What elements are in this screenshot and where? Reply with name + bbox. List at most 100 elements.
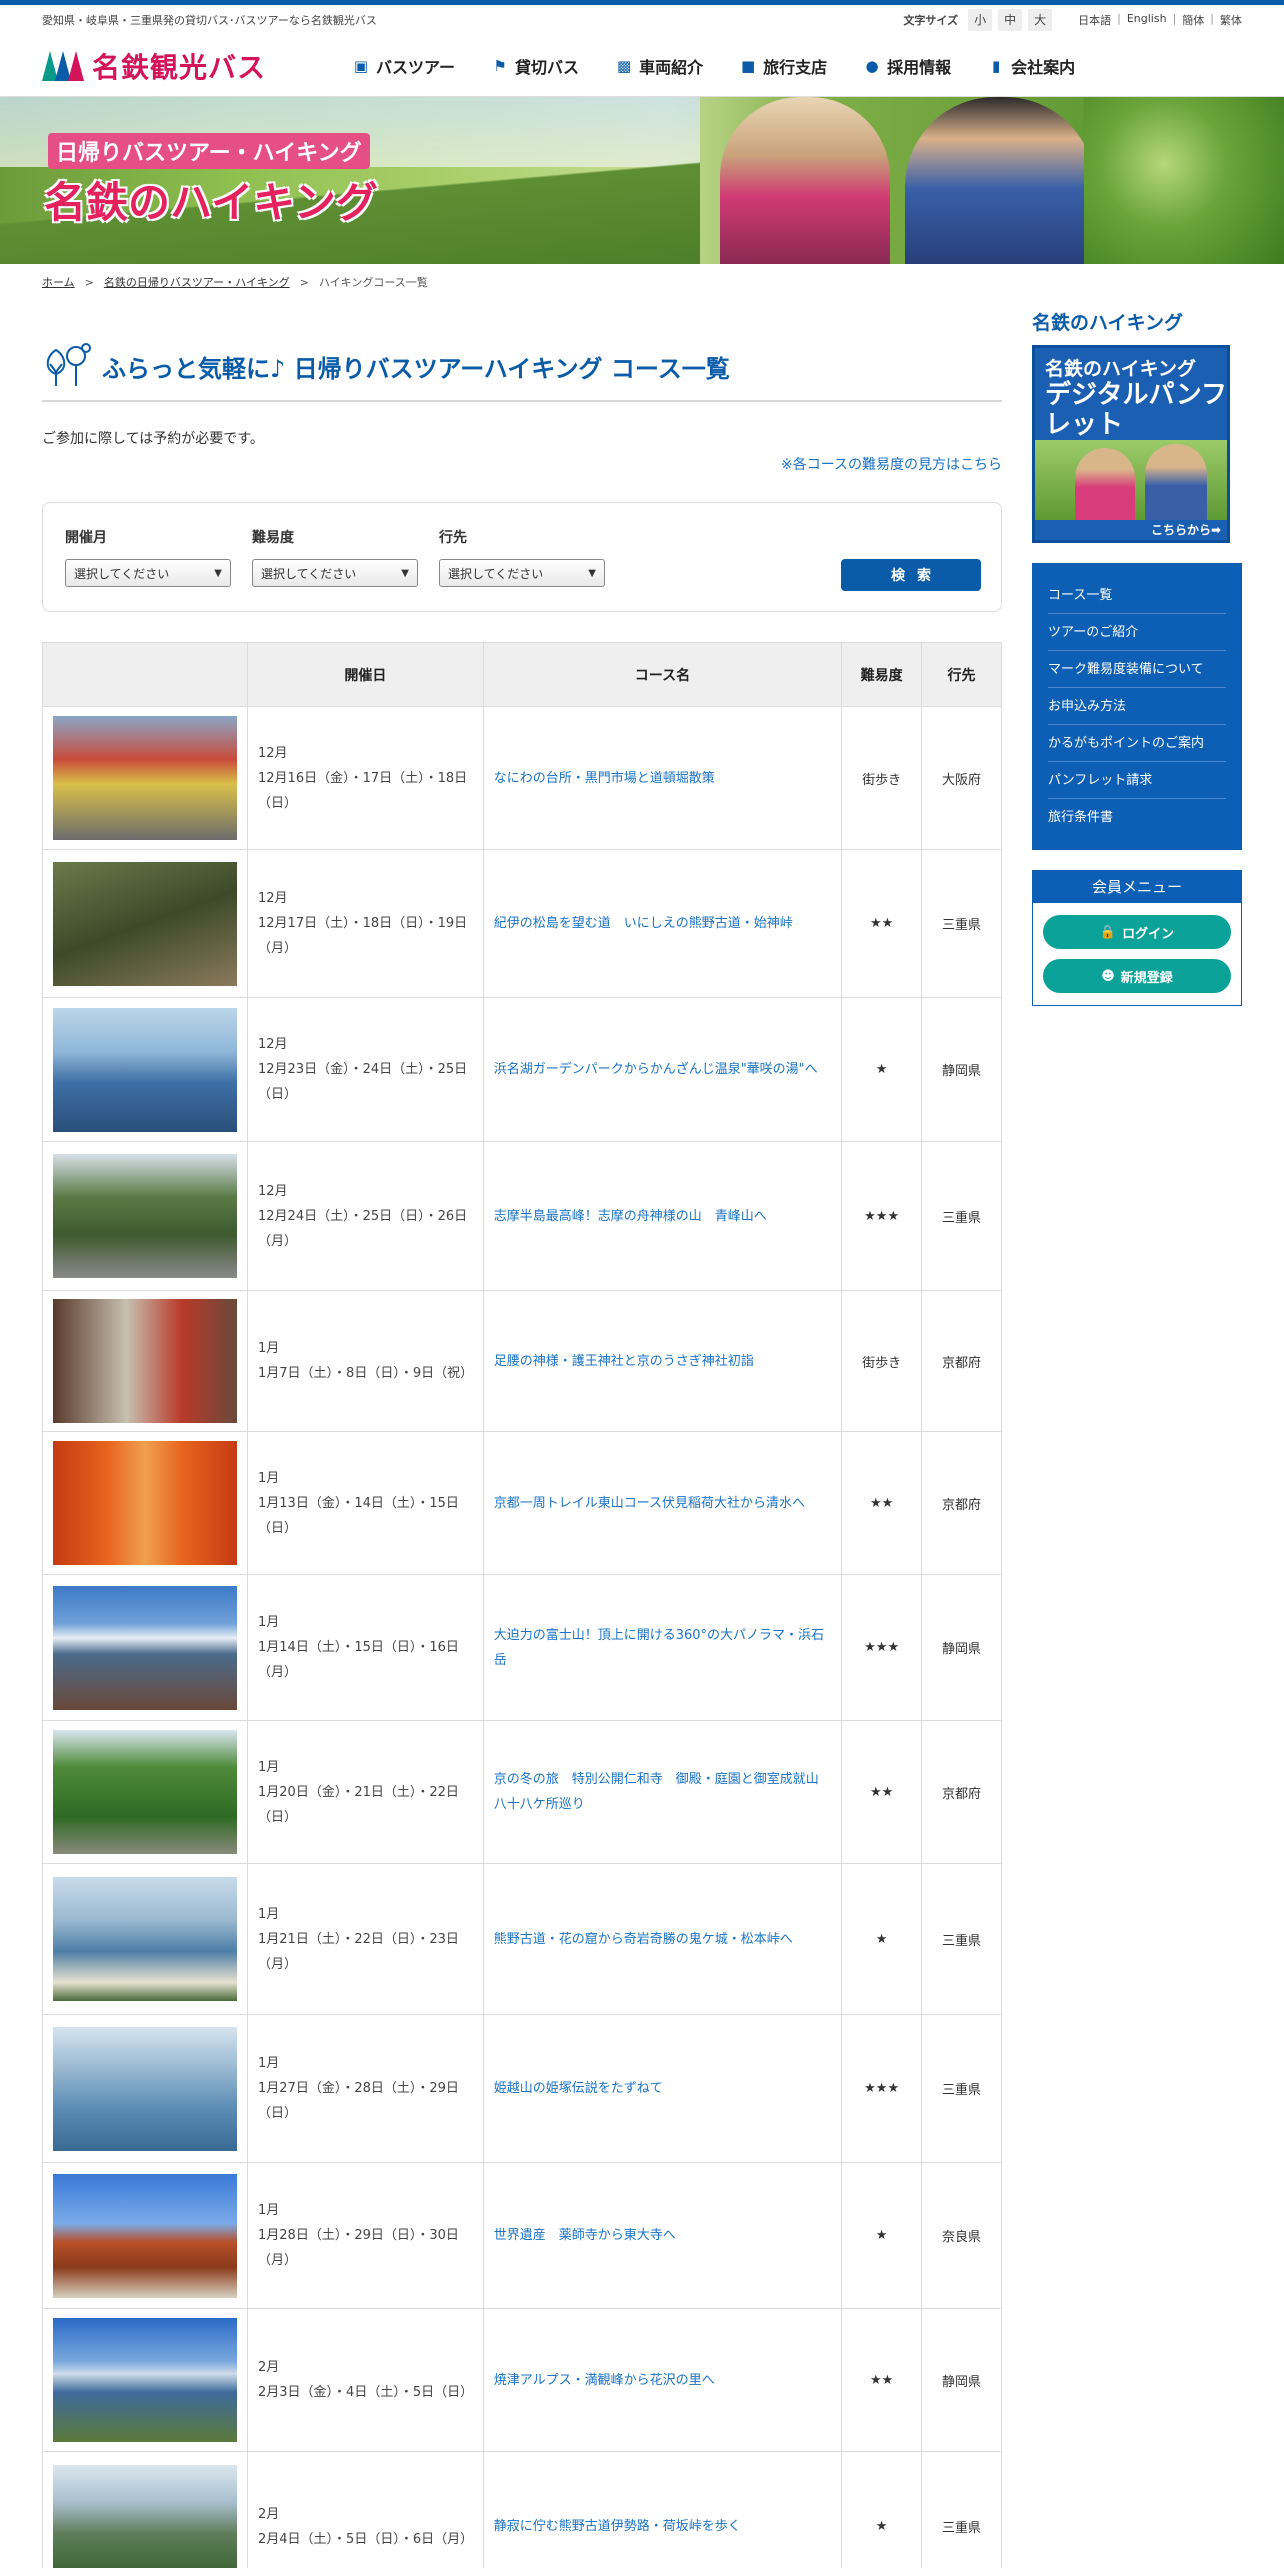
breadcrumb-separator: >	[299, 275, 309, 289]
course-date-cell: 1月 1月28日（土）・29日（日）・30日（月）	[247, 2162, 484, 2309]
difficulty-field: 難易度 選択してください ▼	[252, 527, 418, 587]
hiker-man-image	[905, 97, 1095, 264]
course-thumbnail[interactable]	[53, 1441, 237, 1565]
course-name-cell: 静寂に佇む熊野古道伊勢路・荷坂峠を歩く	[482, 2451, 843, 2568]
nav-bus-tour[interactable]: ▣ バスツアー	[352, 54, 455, 78]
user-icon: ☻	[1101, 968, 1115, 984]
header-image	[42, 642, 248, 707]
nav-branches[interactable]: ■ 旅行支店	[739, 54, 827, 78]
course-dates: 12月23日（金）・24日（土）・25日（日）	[258, 1062, 468, 1102]
nav-vehicles[interactable]: ▩ 車両紹介	[615, 54, 703, 78]
destination-select[interactable]: 選択してください ▼	[439, 559, 605, 587]
course-destination: 三重県	[921, 849, 1002, 998]
nav-label: 会社案内	[1011, 57, 1076, 77]
side-menu-pamphlet-request[interactable]: パンフレット請求	[1048, 762, 1226, 799]
course-link[interactable]: 浜名湖ガーデンパークからかんざんじ温泉"華咲の湯"へ	[494, 1062, 818, 1077]
course-dates: 2月3日（金）・4日（土）・5日（日）	[258, 2385, 474, 2400]
course-date-cell: 1月 1月20日（金）・21日（土）・22日（日）	[247, 1720, 484, 1864]
course-thumbnail[interactable]	[53, 1730, 237, 1854]
table-row: 2月 2月4日（土）・5日（日）・6日（月） 静寂に佇む熊野古道伊勢路・荷坂峠を歩く…	[42, 2451, 1002, 2568]
side-menu-difficulty-equipment[interactable]: マーク難易度装備について	[1048, 651, 1226, 688]
course-link[interactable]: 熊野古道・花の窟から奇岩奇勝の鬼ケ城・松本峠へ	[494, 1932, 793, 1947]
font-size-small-button[interactable]: 小	[968, 9, 993, 31]
nav-label: 車両紹介	[639, 57, 704, 77]
digital-pamphlet-banner[interactable]: 名鉄のハイキング デジタルパンフレット こちらから➡	[1032, 345, 1230, 543]
course-destination: 静岡県	[921, 1574, 1002, 1721]
course-destination: 大阪府	[921, 706, 1002, 850]
site-logo[interactable]: 名鉄観光バス	[42, 46, 332, 86]
course-link[interactable]: 京の冬の旅 特別公開仁和寺 御殿・庭園と御室成就山八十八ケ所巡り	[494, 1772, 819, 1812]
course-link[interactable]: 大迫力の富士山！頂上に開ける360°の大パノラマ・浜石岳	[494, 1628, 824, 1668]
side-menu-tour-intro[interactable]: ツアーのご紹介	[1048, 614, 1226, 651]
side-menu-how-to-apply[interactable]: お申込み方法	[1048, 688, 1226, 725]
course-thumbnail[interactable]	[53, 2026, 237, 2151]
register-button[interactable]: ☻ 新規登録	[1043, 959, 1231, 993]
course-destination: 京都府	[921, 1720, 1002, 1864]
site-tagline: 愛知県・岐阜県・三重県発の貸切バス･バスツアーなら名鉄観光バス	[42, 14, 377, 27]
course-link[interactable]: 世界遺産 薬師寺から東大寺へ	[494, 2228, 676, 2243]
course-date-cell: 12月 12月24日（土）・25日（日）・26日（月）	[247, 1141, 484, 1291]
course-thumbnail[interactable]	[53, 861, 237, 986]
course-link[interactable]: 京都一周トレイル東山コース伏見稲荷大社から清水へ	[494, 1496, 805, 1511]
nav-company[interactable]: ▮ 会社案内	[987, 54, 1075, 78]
side-menu-travel-conditions[interactable]: 旅行条件書	[1048, 799, 1226, 836]
pamphlet-hikers-image	[1035, 440, 1227, 520]
course-difficulty: ★★	[841, 1431, 923, 1575]
breadcrumb-home[interactable]: ホーム	[42, 274, 75, 290]
select-value: 選択してください	[74, 566, 170, 581]
course-dates: 12月17日（土）・18日（日）・19日（月）	[258, 916, 468, 956]
course-month: 2月	[258, 2506, 280, 2522]
nav-charter-bus[interactable]: ⚑ 貸切バス	[491, 54, 579, 78]
font-size-medium-button[interactable]: 中	[998, 9, 1023, 31]
table-row: 1月 1月27日（金）・28日（土）・29日（日） 姫越山の姫塚伝説をたずねて ★★★…	[42, 2014, 1002, 2163]
course-link[interactable]: 足腰の神様・護王神社と京のうさぎ神社初詣	[494, 1354, 754, 1369]
course-thumbnail[interactable]	[53, 1585, 237, 1710]
nav-recruit[interactable]: ● 採用情報	[863, 54, 952, 78]
course-thumbnail[interactable]	[53, 1154, 237, 1278]
course-link[interactable]: なにわの台所・黒門市場と道頓堀散策	[494, 771, 715, 786]
difficulty-guide-link[interactable]: ※各コースの難易度の見方はこちら	[42, 454, 1002, 474]
register-label: 新規登録	[1120, 970, 1173, 986]
course-link[interactable]: 焼津アルプス・満観峰から花沢の里へ	[494, 2373, 715, 2388]
course-link[interactable]: 静寂に佇む熊野古道伊勢路・荷坂峠を歩く	[494, 2519, 741, 2534]
font-size-large-button[interactable]: 大	[1028, 9, 1053, 31]
course-thumbnail[interactable]	[53, 1877, 237, 2001]
course-table: 開催日 コース名 難易度 行先 12月 12月16日（金）・17日（土）・18日（…	[42, 642, 1002, 2568]
course-difficulty: ★★★	[841, 1141, 923, 1291]
lang-english-link[interactable]: English	[1127, 12, 1167, 28]
month-select[interactable]: 選択してください ▼	[65, 559, 231, 587]
course-thumbnail[interactable]	[53, 2464, 237, 2568]
course-thumbnail[interactable]	[53, 2173, 237, 2298]
course-thumbnail[interactable]	[53, 2318, 237, 2442]
search-button[interactable]: 検索	[841, 559, 981, 591]
course-link[interactable]: 志摩半島最高峰！志摩の舟神様の山 青峰山へ	[494, 1209, 767, 1224]
table-row: 12月 12月23日（金）・24日（土）・25日（日） 浜名湖ガーデンパークからかん…	[42, 997, 1002, 1142]
main-content: ふらっと気軽に♪ 日帰りバスツアーハイキング コース一覧 ご参加に際しては予約が…	[42, 300, 1002, 2568]
course-thumbnail[interactable]	[53, 1299, 237, 1423]
login-button[interactable]: 🔒 ログイン	[1043, 915, 1231, 949]
select-value: 選択してください	[261, 566, 357, 581]
course-image-cell	[42, 1574, 248, 1721]
course-thumbnail[interactable]	[53, 716, 237, 840]
building-icon: ▮	[991, 56, 1001, 75]
course-dates: 1月27日（金）・28日（土）・29日（日）	[258, 2081, 459, 2121]
lang-simplified-chinese-link[interactable]: 簡体	[1182, 12, 1204, 28]
course-date-cell: 1月 1月14日（土）・15日（日）・16日（月）	[247, 1574, 484, 1721]
course-name-cell: 大迫力の富士山！頂上に開ける360°の大パノラマ・浜石岳	[482, 1574, 843, 1721]
course-link[interactable]: 紀伊の松島を望む道 いにしえの熊野古道・始神峠	[494, 916, 793, 931]
course-destination: 三重県	[921, 2451, 1002, 2568]
side-menu-points[interactable]: かるがもポイントのご案内	[1048, 725, 1226, 762]
lang-traditional-chinese-link[interactable]: 繁体	[1220, 12, 1242, 28]
sidebar-title: 名鉄のハイキング	[1032, 312, 1184, 334]
nav-label: 貸切バス	[515, 57, 580, 77]
course-link[interactable]: 姫越山の姫塚伝説をたずねて	[494, 2081, 663, 2096]
breadcrumb-hiking[interactable]: 名鉄の日帰りバスツアー・ハイキング	[104, 274, 290, 290]
side-menu-course-list[interactable]: コース一覧	[1048, 577, 1226, 614]
course-month: 1月	[258, 1615, 280, 1630]
difficulty-select[interactable]: 選択してください ▼	[252, 559, 418, 587]
lang-japanese-link[interactable]: 日本語	[1078, 12, 1111, 28]
main-nav: ▣ バスツアー ⚑ 貸切バス ▩ 車両紹介 ■ 旅行支店 ● 採用情報 ▮ 会社案内	[352, 54, 1075, 78]
course-month: 2月	[258, 2360, 280, 2375]
table-row: 1月 1月14日（土）・15日（日）・16日（月） 大迫力の富士山！頂上に開ける36…	[42, 1574, 1002, 1721]
course-thumbnail[interactable]	[53, 1007, 237, 1132]
